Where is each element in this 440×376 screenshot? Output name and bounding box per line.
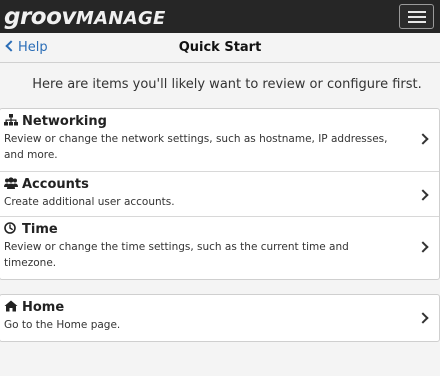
users-icon — [4, 177, 18, 189]
brand-part1: groov — [4, 4, 76, 30]
item-heading: Home — [4, 300, 64, 315]
chevron-right-icon — [417, 189, 429, 201]
page-title: Quick Start — [178, 40, 262, 55]
list-item-networking[interactable]: Networking Review or change the network … — [0, 109, 439, 171]
list-item-home[interactable]: Home Go to the Home page. — [0, 295, 439, 341]
home-icon — [4, 300, 18, 312]
chevron-right-icon — [417, 312, 429, 324]
menu-toggle-button[interactable] — [399, 4, 434, 29]
item-description: Review or change the time settings, such… — [4, 241, 349, 269]
item-description: Go to the Home page. — [4, 319, 121, 331]
list-item-time[interactable]: Time Review or change the time settings,… — [0, 216, 439, 279]
app-logo[interactable]: groovMANAGE — [4, 3, 166, 31]
item-heading: Accounts — [4, 177, 89, 192]
chevron-right-icon — [417, 241, 429, 253]
clock-icon — [4, 222, 16, 234]
item-title: Time — [22, 222, 58, 237]
item-title: Home — [22, 300, 65, 315]
intro-text: Here are items you'll likely want to rev… — [32, 77, 422, 92]
item-heading: Time — [4, 222, 58, 237]
top-navbar: groovMANAGE — [0, 0, 440, 33]
quickstart-list: Networking Review or change the network … — [0, 108, 440, 280]
home-list: Home Go to the Home page. — [0, 294, 440, 342]
item-description: Create additional user accounts. — [4, 196, 175, 208]
sub-navbar: Help Quick Start — [0, 33, 440, 63]
item-title: Networking — [22, 114, 107, 129]
hamburger-icon — [408, 11, 426, 13]
hamburger-icon-bar — [408, 16, 426, 18]
brand-part2: MANAGE — [75, 8, 166, 29]
item-title: Accounts — [22, 177, 89, 192]
network-icon — [4, 114, 18, 126]
item-description: Review or change the network settings, s… — [4, 133, 388, 161]
hamburger-icon-bar — [408, 21, 426, 23]
chevron-right-icon — [417, 133, 429, 145]
list-item-accounts[interactable]: Accounts Create additional user accounts… — [0, 171, 439, 216]
item-heading: Networking — [4, 114, 107, 129]
